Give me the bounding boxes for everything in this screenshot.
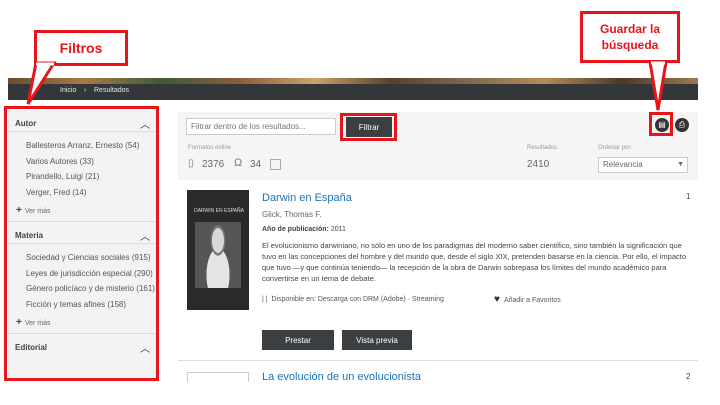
ebook-icon: ▯	[188, 158, 194, 169]
result-year: Año de publicación: 2011	[262, 226, 346, 233]
video-icon	[270, 159, 281, 170]
heart-icon: ♥	[494, 294, 500, 305]
audio-count: 34	[250, 159, 262, 170]
favorite-label: Añadir a Favoritos	[503, 297, 561, 304]
order-select[interactable]: Relevancia ▼	[598, 157, 688, 173]
result-description: El evolucionismo darwiniano, no sólo en …	[262, 241, 687, 283]
callout-save-search: Guardar la búsqueda	[580, 11, 680, 63]
borrow-button[interactable]: Prestar	[262, 330, 334, 350]
filter-input[interactable]	[186, 118, 336, 135]
results-count: 2410	[527, 159, 550, 170]
year-value: 2011	[330, 226, 346, 233]
callout-save-pointer	[648, 60, 668, 111]
breadcrumb-separator: ›	[84, 87, 87, 94]
order-label: Ordenar por:	[598, 145, 633, 151]
availability: | | Disponible en: Descarga con DRM (Ado…	[262, 296, 444, 303]
results-label: Resultados	[527, 145, 558, 151]
save-highlight-box	[649, 112, 673, 136]
order-value: Relevancia	[603, 160, 643, 169]
book-cover[interactable]: DARWIN EN ESPAÑA	[187, 190, 249, 310]
availability-icon: | |	[262, 296, 268, 303]
filters-highlight-box	[4, 106, 159, 381]
result-title[interactable]: Darwin en España	[262, 192, 352, 204]
result-number: 2	[686, 372, 691, 381]
print-icon[interactable]: ⎙	[675, 118, 689, 132]
add-favorite[interactable]: ♥ Añadir a Favoritos	[494, 294, 561, 305]
filter-highlight-box	[340, 113, 397, 141]
result-number: 1	[686, 192, 691, 201]
result-divider	[178, 360, 698, 361]
book-cover[interactable]	[187, 372, 249, 382]
breadcrumb-current: Resultados	[94, 87, 130, 94]
breadcrumb: Inicio › Resultados	[8, 84, 698, 100]
callout-filters-pointer	[26, 61, 57, 105]
cover-portrait	[195, 222, 241, 288]
result-title[interactable]: La evolución de un evolucionista	[262, 371, 421, 383]
formats-label: Formatos online	[188, 145, 232, 151]
cover-title: DARWIN EN ESPAÑA	[194, 208, 244, 214]
result-author[interactable]: Glick, Thomas F.	[262, 210, 321, 219]
preview-button[interactable]: Vista previa	[342, 330, 412, 350]
availability-label: Disponible en:	[271, 296, 316, 303]
availability-formats: Descarga con DRM (Adobe) · Streaming	[317, 296, 444, 303]
year-label: Año de publicación:	[262, 226, 329, 233]
chevron-down-icon: ▼	[677, 161, 684, 168]
ebooks-count: 2376	[202, 159, 225, 170]
headphones-icon: Ω	[234, 157, 243, 169]
